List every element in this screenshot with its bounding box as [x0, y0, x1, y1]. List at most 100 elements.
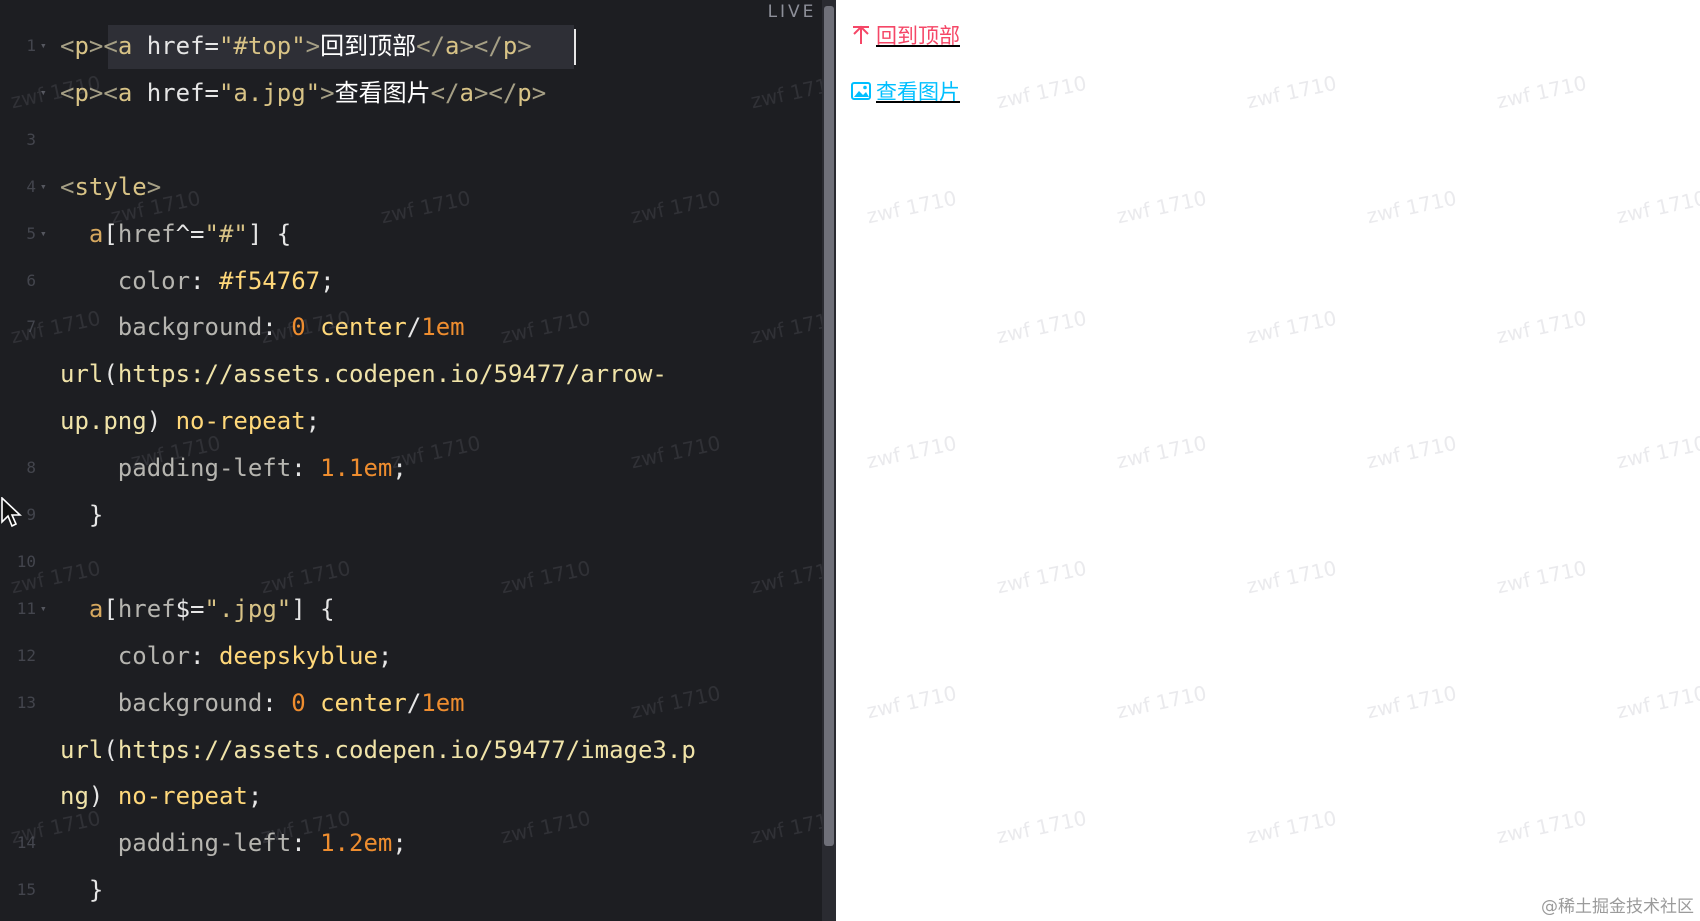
- code-line[interactable]: up.png) no-repeat;: [0, 399, 822, 443]
- code-token: [: [103, 219, 118, 248]
- code-token: href=: [132, 32, 219, 60]
- code-token: 1.1em: [320, 454, 393, 483]
- code-text: ng) no-repeat;: [60, 774, 262, 818]
- code-token: ></: [473, 78, 518, 107]
- code-line[interactable]: url(https://assets.codepen.io/59477/imag…: [0, 728, 822, 772]
- watermark: zwf 1710: [994, 70, 1089, 114]
- code-token: p: [74, 32, 89, 60]
- code-token: href=: [132, 78, 219, 107]
- code-line[interactable]: 5 ▾ a[href^="#"] {: [0, 212, 822, 256]
- view-image-label[interactable]: 查看图片: [876, 76, 960, 106]
- code-token: :: [291, 829, 321, 858]
- code-token: ;: [377, 641, 393, 670]
- fold-arrow-icon[interactable]: ▾: [40, 212, 47, 256]
- code-token: <: [60, 32, 75, 60]
- watermark: zwf 1710: [994, 305, 1089, 349]
- back-to-top-label[interactable]: 回到顶部: [876, 20, 960, 50]
- fold-arrow-icon[interactable]: ▾: [40, 71, 47, 115]
- code-token: "a.jpg": [218, 78, 321, 107]
- code-token: ;: [247, 782, 263, 811]
- line-number: 8: [26, 458, 36, 478]
- code-token: </: [430, 78, 460, 107]
- code-editor[interactable]: 1 ▾ <p><a href="#top">回到顶部</a></p> ▾ <p><a h…: [0, 0, 822, 921]
- code-token: deepskyblue: [218, 641, 378, 670]
- code-line[interactable]: ng) no-repeat;: [0, 774, 822, 818]
- code-text: }: [60, 868, 103, 912]
- code-line[interactable]: ▾ <p><a href="a.jpg">查看图片</a></p>: [0, 71, 822, 115]
- line-number: 1: [26, 36, 36, 55]
- code-line[interactable]: 6 color: #f54767;: [0, 259, 822, 303]
- code-line[interactable]: 13 background: 0 center/1em: [0, 681, 822, 725]
- code-token: a: [88, 219, 104, 248]
- code-token: https://assets.codepen.io/59477/image3.p: [117, 735, 696, 764]
- code-token: 查看图片: [334, 78, 431, 107]
- code-token: padding-left: [117, 454, 292, 483]
- watermark: zwf 1710: [1244, 555, 1339, 599]
- code-token: href: [117, 594, 176, 623]
- view-image-link[interactable]: 查看图片: [850, 76, 960, 106]
- code-line[interactable]: 1 ▾ <p><a href="#top">回到顶部</a></p>: [0, 24, 822, 68]
- line-number: 14: [16, 833, 36, 853]
- code-token: :: [291, 454, 321, 483]
- code-token: padding-left: [117, 829, 292, 858]
- code-token: p: [74, 78, 89, 107]
- code-token: /: [406, 313, 422, 342]
- fold-arrow-icon[interactable]: ▾: [40, 24, 47, 68]
- code-token: }: [60, 501, 104, 529]
- code-text: url(https://assets.codepen.io/59477/arro…: [60, 352, 667, 396]
- code-text: <p><a href="a.jpg">查看图片</a></p>: [60, 71, 546, 115]
- code-text: color: #f54767;: [60, 259, 335, 303]
- fold-arrow-icon[interactable]: ▾: [40, 587, 47, 631]
- editor-scrollbar[interactable]: [822, 0, 836, 921]
- code-line[interactable]: 11 ▾ a[href$=".jpg"] {: [0, 587, 822, 631]
- watermark: zwf 1710: [1244, 305, 1339, 349]
- code-token: </: [416, 32, 446, 60]
- code-token: ): [146, 407, 176, 436]
- code-text: }: [60, 493, 103, 537]
- code-token: style: [74, 172, 147, 201]
- code-line[interactable]: 8 padding-left: 1.1em;: [0, 446, 822, 490]
- code-text: a[href$=".jpg"] {: [60, 587, 335, 631]
- code-line[interactable]: 12 color: deepskyblue;: [0, 634, 822, 678]
- code-token: :: [190, 641, 219, 670]
- code-text: <style>: [60, 165, 161, 209]
- watermark: zwf 1710: [1114, 430, 1209, 474]
- code-token: a: [117, 32, 133, 60]
- code-token: <: [60, 78, 75, 107]
- arrow-up-icon: [853, 25, 869, 44]
- fold-arrow-icon[interactable]: ▾: [40, 165, 47, 209]
- code-token: 0: [291, 313, 306, 342]
- line-number: 12: [16, 645, 36, 665]
- watermark: zwf 1710: [1494, 305, 1589, 349]
- code-line[interactable]: 10: [0, 540, 822, 584]
- code-text: a[href^="#"] {: [60, 212, 291, 256]
- code-line[interactable]: 15 }: [0, 868, 822, 912]
- back-to-top-link[interactable]: 回到顶部: [850, 20, 960, 50]
- code-token: no-repeat: [175, 407, 306, 436]
- code-token: ;: [305, 407, 321, 436]
- code-line[interactable]: 14 padding-left: 1.2em;: [0, 821, 822, 865]
- line-number: 7: [26, 317, 36, 337]
- code-text: up.png) no-repeat;: [60, 399, 320, 443]
- code-token: :: [262, 313, 292, 342]
- code-line[interactable]: url(https://assets.codepen.io/59477/arro…: [0, 352, 822, 396]
- code-token: (: [103, 360, 118, 389]
- code-token: :: [262, 688, 292, 717]
- code-token: $=: [175, 594, 205, 623]
- code-token: url: [60, 360, 104, 389]
- code-token: ;: [320, 266, 335, 295]
- code-text: padding-left: 1.2em;: [60, 821, 407, 865]
- scrollbar-thumb[interactable]: [824, 6, 834, 846]
- code-token: ></: [459, 32, 503, 60]
- code-line[interactable]: 7 background: 0 center/1em: [0, 305, 822, 349]
- code-token: (: [103, 735, 118, 764]
- code-line[interactable]: 3: [0, 118, 822, 162]
- code-line[interactable]: 9 }: [0, 493, 822, 537]
- code-token: a: [459, 78, 474, 107]
- code-line[interactable]: 4 ▾ <style>: [0, 165, 822, 209]
